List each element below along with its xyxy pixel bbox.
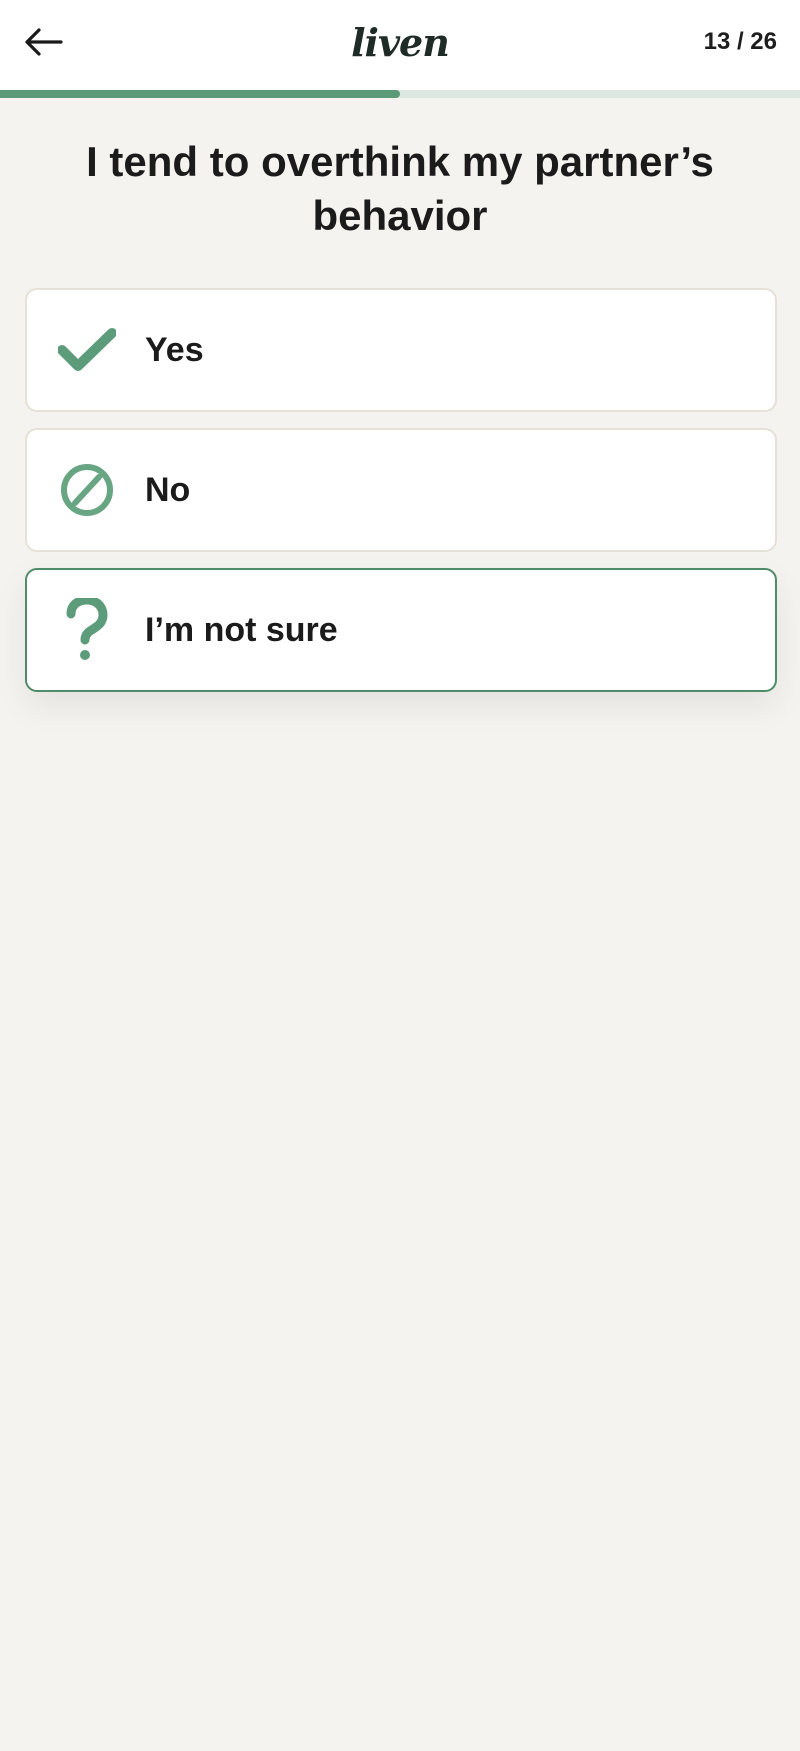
answer-options: Yes No I’m not sure <box>25 288 777 708</box>
progress-bar <box>0 90 800 98</box>
step-counter: 13 / 26 <box>703 28 777 55</box>
option-label: No <box>145 470 191 509</box>
option-not-sure[interactable]: I’m not sure <box>25 568 777 692</box>
arrow-left-icon <box>25 28 63 56</box>
back-button[interactable] <box>18 20 68 64</box>
question-title: I tend to overthink my partner’s behavio… <box>86 138 714 239</box>
liven-logo: liven <box>351 20 450 65</box>
option-label: I’m not sure <box>145 610 338 649</box>
prohibited-icon <box>57 460 117 520</box>
option-yes[interactable]: Yes <box>25 288 777 412</box>
question-mark-icon <box>57 598 117 660</box>
option-label: Yes <box>145 330 204 369</box>
check-icon <box>57 320 117 380</box>
progress-bar-fill <box>0 90 400 98</box>
option-no[interactable]: No <box>25 428 777 552</box>
header: liven 13 / 26 <box>0 0 800 90</box>
